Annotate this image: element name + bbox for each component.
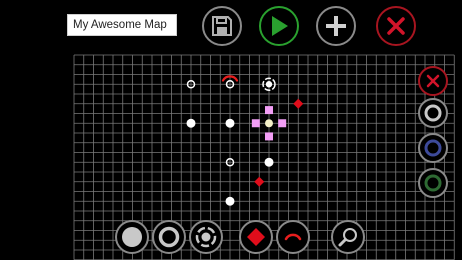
ring-icon [158,226,180,248]
map-node-dot [225,118,235,128]
crosshair-center [265,119,273,128]
arc-tool-button[interactable] [276,220,310,254]
dashed-ring-tool-button[interactable] [189,220,223,254]
ring-blue-icon [424,139,442,157]
zoom-icon [338,228,357,247]
filled-circle-icon [122,227,142,247]
crosshair-square [265,106,273,115]
ring-tool-button[interactable] [152,220,186,254]
ring-gray-icon [424,104,442,122]
palette-close-button[interactable] [418,66,448,96]
arc-icon [284,233,302,241]
close-icon [426,74,440,88]
diamond-tool-button[interactable] [239,220,273,254]
target-core [265,81,273,88]
palette-blue-button[interactable] [418,133,448,163]
filled-circle-tool-button[interactable] [115,220,149,254]
red-gem [293,98,304,109]
palette-green-button[interactable] [418,168,448,198]
crosshair-square [278,119,287,128]
dashed-ring-icon [195,226,217,248]
map-node-dot [225,196,235,206]
diamond-icon [247,228,265,246]
map-node-dot [186,118,196,128]
zoom-button[interactable] [331,220,365,254]
red-gem [254,176,265,187]
map-node-dot [264,157,274,167]
crosshair-square [265,132,273,141]
palette-gray-button[interactable] [418,98,448,128]
ring-green-icon [424,174,442,192]
crosshair-square [251,119,260,128]
map-objects [186,75,304,206]
map-grid[interactable] [0,0,462,260]
